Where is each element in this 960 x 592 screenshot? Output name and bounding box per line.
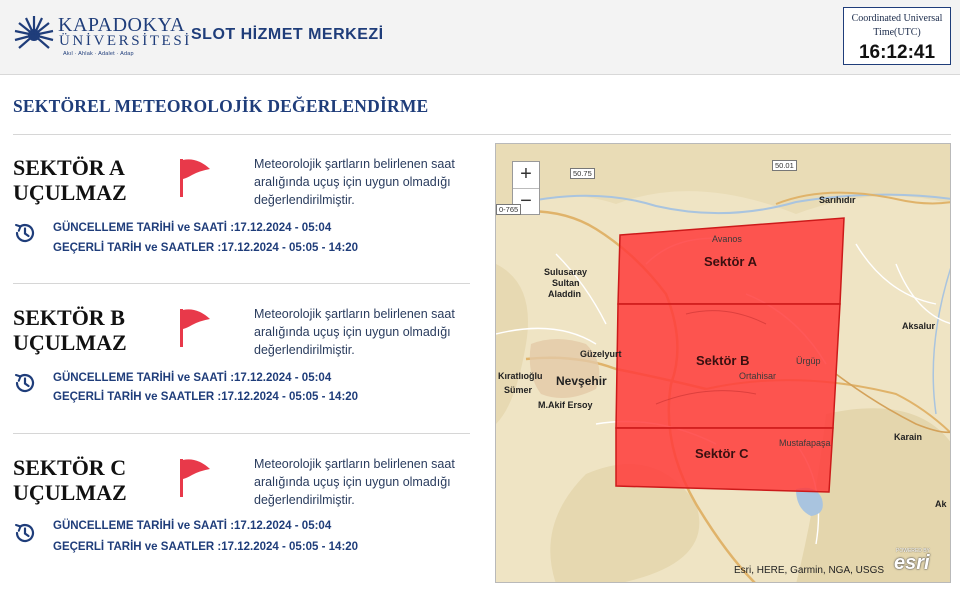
place-label: Mustafapaşa [779, 438, 831, 448]
update-datetime: GÜNCELLEME TARİHİ ve SAATİ :17.12.2024 -… [53, 222, 332, 234]
sunburst-logo-icon [14, 16, 54, 49]
clock-history-icon [15, 373, 35, 393]
logo-motto: Akıl · Ahlak · Adalet · Adap [63, 51, 134, 57]
sector-card-b: SEKTÖR B UÇULMAZ Meteorolojik şartların … [13, 305, 471, 447]
utc-label: Coordinated Universal Time(UTC) [851, 13, 943, 38]
place-label: Avanos [712, 234, 742, 244]
sector-status: UÇULMAZ [13, 330, 127, 355]
sector-description: Meteorolojik şartların belirlenen saat a… [254, 307, 455, 357]
place-label: Sümer [504, 385, 533, 395]
sector-name: SEKTÖR A [13, 155, 125, 180]
place-label: M.Akif Ersoy [538, 400, 593, 410]
update-datetime: GÜNCELLEME TARİHİ ve SAATİ :17.12.2024 -… [53, 520, 332, 532]
sector-name: SEKTÖR B [13, 305, 125, 330]
app-header: KAPADOKYA ÜNİVERSİTESİ Akıl · Ahlak · Ad… [0, 0, 960, 75]
map-attribution: Esri, HERE, Garmin, NGA, USGS [734, 565, 885, 576]
clock-history-icon [15, 523, 35, 543]
place-label: Sarıhıdır [819, 195, 856, 205]
place-label: Ortahisar [739, 371, 777, 381]
title-divider [13, 134, 951, 135]
app-title: SLOT HİZMET MERKEZİ [191, 26, 384, 43]
place-label: Ak [935, 499, 947, 509]
utc-time: 16:12:41 [858, 42, 936, 63]
road-shield: 50.75 [570, 168, 595, 179]
sector-description: Meteorolojik şartların belirlenen saat a… [254, 457, 455, 507]
sector-status: UÇULMAZ [13, 480, 127, 505]
red-flag-icon [180, 159, 210, 197]
valid-datetime: GEÇERLİ TARİH ve SAATLER :17.12.2024 - 0… [53, 391, 359, 403]
place-label: Ürgüp [796, 356, 821, 366]
sector-c-map-label[interactable]: Sektör C [695, 446, 748, 461]
road-shield: 50.01 [772, 160, 797, 171]
place-label: Sultan [552, 278, 580, 288]
sector-divider [13, 433, 470, 434]
sector-b-map-label[interactable]: Sektör B [696, 353, 749, 368]
road-shield: 0-765 [496, 204, 522, 215]
esri-logo[interactable]: esri [894, 552, 930, 575]
page-title: SEKTÖREL METEOROLOJİK DEĞERLENDİRME [13, 96, 429, 116]
zoom-in-button[interactable]: + [513, 162, 539, 188]
place-label: Güzelyurt [580, 349, 622, 359]
sector-status: UÇULMAZ [13, 180, 127, 205]
clock-history-icon [15, 223, 35, 243]
logo-subtitle: ÜNİVERSİTESİ [59, 33, 192, 49]
sector-card-a: SEKTÖR A UÇULMAZ Meteorolojik şartların … [13, 155, 471, 297]
sector-map[interactable]: + − 50.75 50.01 0-765 Sarıhıdır Avanos S… [495, 143, 951, 583]
valid-datetime: GEÇERLİ TARİH ve SAATLER :17.12.2024 - 0… [53, 242, 359, 254]
sector-name: SEKTÖR C [13, 455, 127, 480]
utc-clock: Coordinated Universal Time(UTC) 16:12:41 [843, 7, 951, 65]
place-label: Karain [894, 432, 923, 442]
valid-datetime: GEÇERLİ TARİH ve SAATLER :17.12.2024 - 0… [53, 541, 359, 553]
red-flag-icon [180, 309, 210, 347]
sector-description: Meteorolojik şartların belirlenen saat a… [254, 157, 455, 207]
place-label: Aladdin [548, 289, 581, 299]
place-label: Kıratlıoğlu [498, 371, 543, 381]
sector-card-c: SEKTÖR C UÇULMAZ Meteorolojik şartların … [13, 455, 471, 592]
sector-divider [13, 283, 470, 284]
university-logo[interactable]: KAPADOKYA ÜNİVERSİTESİ Akıl · Ahlak · Ad… [12, 13, 189, 57]
place-label: Sulusaray [544, 267, 588, 277]
sector-a-map-label[interactable]: Sektör A [704, 254, 757, 269]
update-datetime: GÜNCELLEME TARİHİ ve SAATİ :17.12.2024 -… [53, 372, 332, 384]
place-label: Nevşehir [556, 374, 607, 388]
place-label: Aksalur [902, 321, 936, 331]
red-flag-icon [180, 459, 210, 497]
